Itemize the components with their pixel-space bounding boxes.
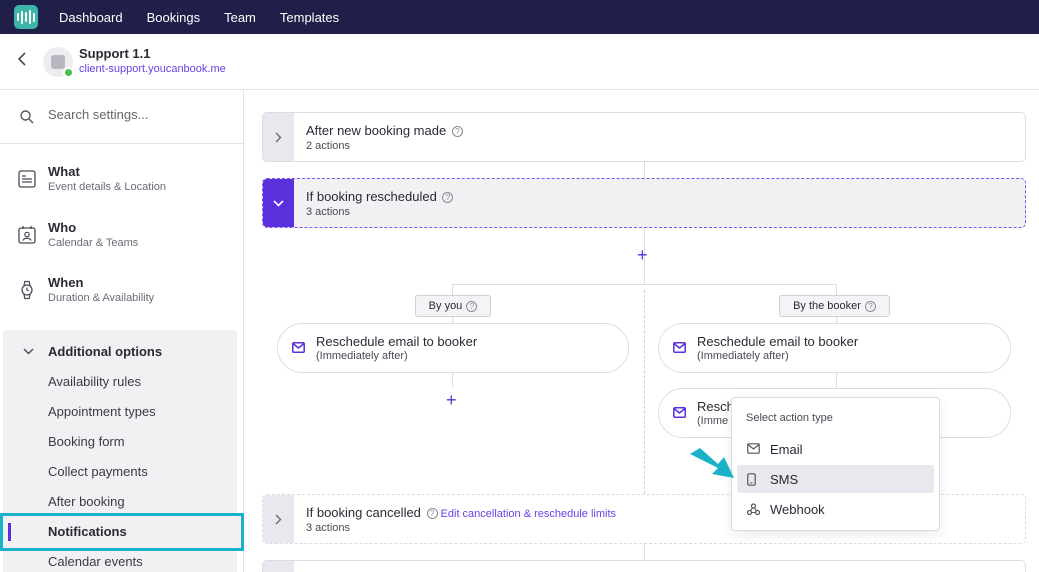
step-title: Reschedule email to booker: [697, 334, 859, 349]
help-icon[interactable]: ?: [466, 300, 478, 312]
trigger-card-rescheduled[interactable]: If booking rescheduled ? 3 actions: [262, 178, 1026, 228]
trigger-card-next[interactable]: [262, 560, 1026, 572]
edit-limits-link[interactable]: Edit cancellation & reschedule limits: [441, 508, 616, 520]
sidebar-item-availability-rules[interactable]: Availability rules: [48, 374, 141, 389]
step-title: Resch: [697, 399, 734, 414]
add-step-plus-icon[interactable]: +: [446, 391, 457, 409]
sidebar-item-booking-form[interactable]: Booking form: [48, 434, 125, 449]
trigger-title: If booking cancelled: [306, 505, 421, 520]
nav-team[interactable]: Team: [224, 10, 256, 25]
mail-icon: [747, 443, 760, 454]
online-status-icon: [63, 67, 74, 78]
step-title: Reschedule email to booker: [316, 334, 478, 349]
sidebar-item-collect-payments[interactable]: Collect payments: [48, 464, 148, 479]
expand-toggle[interactable]: [263, 495, 294, 543]
settings-sidebar: What Event details & Location Who Calend…: [0, 90, 244, 572]
pointer-arrow-icon: [690, 448, 734, 478]
trigger-title: After new booking made: [306, 123, 447, 138]
divider-line: [644, 290, 645, 494]
sidebar-section-what[interactable]: What Event details & Location: [0, 154, 243, 208]
action-type-menu: Select action type Email SMS Webhook: [731, 397, 940, 531]
active-indicator: [8, 523, 11, 541]
watch-icon: [21, 280, 33, 300]
help-icon[interactable]: ?: [864, 300, 876, 312]
step-timing: (Immediately after): [697, 350, 789, 362]
mail-icon: [292, 342, 305, 353]
sidebar-item-appointment-types[interactable]: Appointment types: [48, 404, 156, 419]
section-title: Who: [48, 220, 77, 235]
sidebar-item-calendar-events[interactable]: Calendar events: [48, 554, 143, 569]
help-icon[interactable]: ?: [451, 126, 463, 137]
booking-url-link[interactable]: client-support.youcanbook.me: [79, 63, 226, 75]
section-title: What: [48, 164, 80, 179]
sidebar-section-who[interactable]: Who Calendar & Teams: [0, 210, 243, 264]
menu-header: Select action type: [746, 412, 833, 424]
action-step-right-1[interactable]: Reschedule email to booker (Immediately …: [658, 323, 1011, 373]
branch-label-by-booker: By the booker?: [779, 295, 890, 317]
additional-options-toggle[interactable]: Additional options: [3, 342, 237, 362]
section-title: When: [48, 275, 84, 290]
webhook-icon: [747, 503, 760, 515]
menu-item-email[interactable]: Email: [737, 435, 934, 463]
sidebar-item-notifications[interactable]: Notifications: [0, 513, 244, 551]
mail-icon: [673, 407, 686, 418]
sidebar-section-when[interactable]: When Duration & Availability: [0, 265, 243, 319]
help-icon[interactable]: ?: [426, 508, 438, 519]
branch-label-text: By you: [428, 300, 463, 312]
search-input[interactable]: [48, 107, 228, 122]
contact-card-icon: [18, 226, 36, 244]
trigger-card-after-new-booking[interactable]: After new booking made ? 2 actions: [262, 112, 1026, 162]
top-nav: Dashboard Bookings Team Templates: [0, 0, 1039, 34]
nav-templates[interactable]: Templates: [280, 10, 339, 25]
nav-bookings[interactable]: Bookings: [147, 10, 200, 25]
branch-label-text: By the booker: [793, 300, 861, 312]
branch-label-by-you: By you?: [415, 295, 491, 317]
section-subtitle: Calendar & Teams: [48, 237, 139, 249]
add-step-plus-icon[interactable]: +: [637, 246, 648, 264]
page-header: Support 1.1 client-support.youcanbook.me: [0, 34, 1039, 90]
menu-item-label: Email: [770, 442, 803, 457]
connector-line: [452, 373, 453, 387]
sidebar-item-after-booking[interactable]: After booking: [48, 494, 125, 509]
menu-item-label: Webhook: [770, 502, 825, 517]
sidebar-item-label: Notifications: [48, 524, 127, 539]
connector-line: [644, 544, 645, 560]
help-icon[interactable]: ?: [442, 192, 454, 203]
document-icon: [18, 170, 36, 188]
chevron-right-icon: [275, 514, 282, 524]
trigger-action-count: 2 actions: [306, 140, 351, 152]
connector-line: [452, 284, 836, 285]
action-step-left[interactable]: Reschedule email to booker (Immediately …: [277, 323, 629, 373]
menu-item-webhook[interactable]: Webhook: [737, 495, 934, 523]
expand-toggle[interactable]: [263, 113, 294, 161]
expand-toggle[interactable]: [263, 561, 294, 572]
settings-search: [0, 90, 243, 144]
menu-item-label: SMS: [770, 472, 799, 487]
back-arrow-icon[interactable]: [16, 52, 28, 66]
additional-options-title: Additional options: [48, 344, 163, 359]
search-icon: [20, 110, 34, 124]
chevron-right-icon: [275, 132, 282, 142]
section-subtitle: Event details & Location: [48, 181, 167, 193]
nav-dashboard[interactable]: Dashboard: [59, 10, 123, 25]
app-logo-icon[interactable]: [14, 5, 38, 29]
menu-item-sms[interactable]: SMS: [737, 465, 934, 493]
page-title: Support 1.1: [79, 46, 151, 61]
phone-icon: [747, 473, 756, 486]
chevron-down-icon: [23, 348, 34, 355]
connector-line: [644, 162, 645, 178]
connector-line: [836, 373, 837, 388]
chevron-down-icon: [273, 199, 284, 207]
section-subtitle: Duration & Availability: [48, 292, 155, 304]
trigger-title: If booking rescheduled: [306, 189, 437, 204]
trigger-action-count: 3 actions: [306, 522, 351, 534]
mail-icon: [673, 342, 686, 353]
trigger-action-count: 3 actions: [306, 206, 351, 218]
step-timing: (Imme: [697, 415, 729, 427]
collapse-toggle[interactable]: [263, 179, 294, 227]
step-timing: (Immediately after): [316, 350, 408, 362]
avatar: [43, 47, 74, 78]
